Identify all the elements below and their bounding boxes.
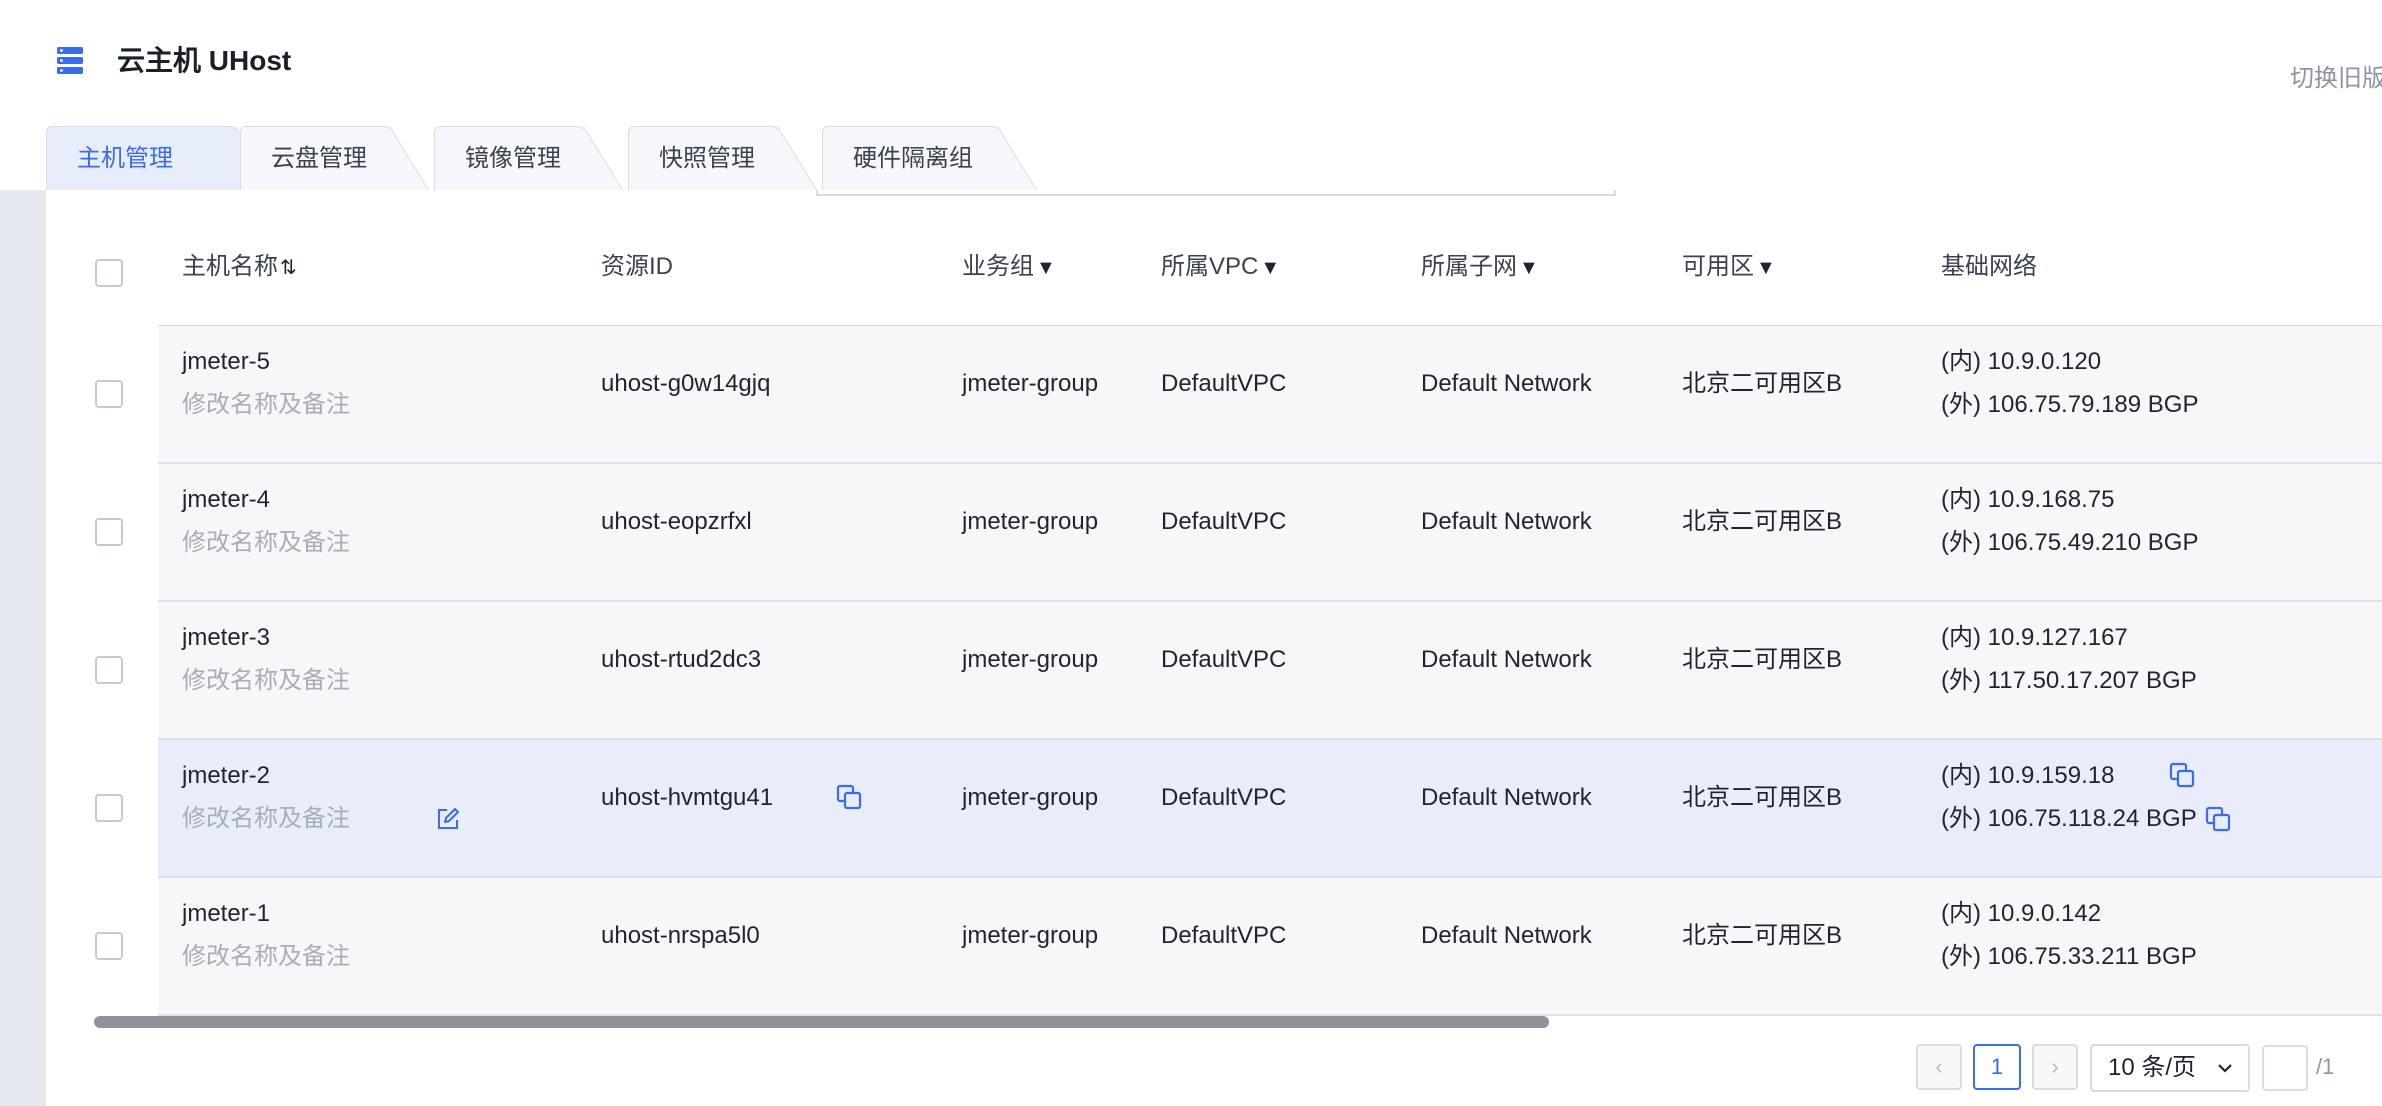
table-header: 主机名称 ⇅ 资源ID 业务组 ▼ 所属VPC ▼ 所属子网 ▼ 可用区 ▼ 基础网络 [46, 190, 2382, 326]
public-ip: (外) 106.75.79.189 BGP [1941, 391, 2199, 418]
resource-id[interactable]: uhost-g0w14gjq [601, 369, 770, 399]
zone: 北京二可用区B [1682, 784, 1843, 811]
host-name[interactable]: jmeter-1 [182, 899, 270, 929]
business-group: jmeter-group [962, 370, 1099, 397]
row-checkbox[interactable] [95, 380, 123, 408]
tab-host-management[interactable]: 主机管理 [46, 126, 275, 191]
tab-isolation-group[interactable]: 硬件隔离组 [822, 126, 1037, 191]
filter-icon[interactable]: ▼ [1519, 257, 1539, 279]
zone: 北京二可用区B [1682, 646, 1843, 673]
copy-icon[interactable] [2204, 805, 2232, 833]
tab-divider [816, 190, 1616, 196]
vpc[interactable]: DefaultVPC [1161, 507, 1286, 537]
table-row[interactable]: jmeter-2 修改名称及备注 uhost-hvmtgu41 jmeter-g… [158, 740, 2382, 878]
vpc[interactable]: DefaultVPC [1161, 369, 1286, 399]
page-1-button[interactable]: 1 [1973, 1044, 2021, 1090]
page-total: /1 [2316, 1054, 2335, 1079]
vpc[interactable]: DefaultVPC [1161, 921, 1286, 951]
table-row[interactable]: jmeter-3 修改名称及备注 uhost-rtud2dc3 jmeter-g… [158, 602, 2382, 740]
resource-id[interactable]: uhost-eopzrfxl [601, 507, 752, 537]
column-header-resource-id: 资源ID [601, 253, 673, 280]
subnet[interactable]: Default Network [1421, 783, 1592, 813]
edit-note-link[interactable]: 修改名称及备注 [182, 666, 350, 696]
tab-image-management[interactable]: 镜像管理 [434, 126, 623, 191]
column-header-group[interactable]: 业务组 ▼ [962, 252, 1056, 283]
left-rail [0, 190, 46, 1106]
row-checkbox[interactable] [95, 932, 123, 960]
subnet[interactable]: Default Network [1421, 645, 1592, 675]
private-ip: (内) 10.9.168.75 [1941, 486, 2115, 513]
table-row[interactable]: jmeter-1 修改名称及备注 uhost-nrspa5l0 jmeter-g… [158, 878, 2382, 1016]
row-checkbox[interactable] [95, 656, 123, 684]
private-ip: (内) 10.9.0.120 [1941, 348, 2102, 375]
resource-id[interactable]: uhost-nrspa5l0 [601, 921, 760, 951]
row-checkbox[interactable] [95, 518, 123, 546]
zone: 北京二可用区B [1682, 370, 1843, 397]
public-ip: (外) 106.75.49.210 BGP [1941, 529, 2199, 556]
private-ip: (内) 10.9.127.167 [1941, 624, 2128, 651]
private-ip: (内) 10.9.0.142 [1941, 900, 2102, 927]
edit-note-link[interactable]: 修改名称及备注 [182, 804, 350, 834]
edit-icon[interactable] [434, 805, 462, 833]
edit-note-link[interactable]: 修改名称及备注 [182, 390, 350, 420]
host-name[interactable]: jmeter-2 [182, 761, 270, 791]
column-header-name[interactable]: 主机名称 ⇅ [182, 252, 297, 283]
page-jump-input[interactable] [2262, 1045, 2308, 1091]
subnet[interactable]: Default Network [1421, 921, 1592, 951]
private-ip: (内) 10.9.159.18 [1941, 762, 2115, 789]
tab-snapshot-management[interactable]: 快照管理 [628, 126, 817, 191]
select-all-checkbox[interactable] [95, 259, 123, 287]
copy-icon[interactable] [2168, 761, 2196, 789]
page-title: 云主机 UHost [117, 45, 292, 76]
column-header-vpc[interactable]: 所属VPC ▼ [1161, 252, 1280, 283]
subnet[interactable]: Default Network [1421, 369, 1592, 399]
edit-note-link[interactable]: 修改名称及备注 [182, 528, 350, 558]
column-header-subnet[interactable]: 所属子网 ▼ [1421, 252, 1539, 283]
host-name[interactable]: jmeter-4 [182, 485, 270, 515]
host-list-icon[interactable] [55, 44, 85, 76]
chevron-down-icon [2218, 1064, 2232, 1073]
zone: 北京二可用区B [1682, 922, 1843, 949]
vpc[interactable]: DefaultVPC [1161, 783, 1286, 813]
host-table-panel: 主机名称 ⇅ 资源ID 业务组 ▼ 所属VPC ▼ 所属子网 ▼ 可用区 ▼ 基础网络 j… [46, 190, 2382, 1106]
next-page-button[interactable]: › [2032, 1044, 2078, 1090]
horizontal-scrollbar[interactable] [94, 1016, 1549, 1028]
public-ip: (外) 106.75.118.24 BGP [1941, 805, 2197, 832]
subnet[interactable]: Default Network [1421, 507, 1592, 537]
tab-disk-management[interactable]: 云盘管理 [240, 126, 429, 191]
host-name[interactable]: jmeter-3 [182, 623, 270, 653]
resource-id[interactable]: uhost-hvmtgu41 [601, 783, 773, 813]
edit-note-link[interactable]: 修改名称及备注 [182, 942, 350, 972]
filter-icon[interactable]: ▼ [1756, 257, 1776, 279]
zone: 北京二可用区B [1682, 508, 1843, 535]
resource-id[interactable]: uhost-rtud2dc3 [601, 645, 761, 675]
business-group: jmeter-group [962, 508, 1099, 535]
sort-icon[interactable]: ⇅ [280, 257, 297, 279]
copy-icon[interactable] [835, 783, 863, 811]
public-ip: (外) 117.50.17.207 BGP [1941, 667, 2197, 694]
business-group: jmeter-group [962, 646, 1099, 673]
table-row[interactable]: jmeter-5 修改名称及备注 uhost-g0w14gjq jmeter-g… [158, 326, 2382, 464]
row-checkbox[interactable] [95, 794, 123, 822]
public-ip: (外) 106.75.33.211 BGP [1941, 943, 2197, 970]
business-group: jmeter-group [962, 922, 1099, 949]
filter-icon[interactable]: ▼ [1260, 257, 1280, 279]
page-size-select[interactable]: 10 条/页 [2090, 1044, 2250, 1092]
prev-page-button[interactable]: ‹ [1916, 1044, 1962, 1090]
column-header-network: 基础网络 [1941, 253, 2037, 280]
switch-old-version-link[interactable]: 切换旧版 [2290, 64, 2382, 94]
host-name[interactable]: jmeter-5 [182, 347, 270, 377]
table-row[interactable]: jmeter-4 修改名称及备注 uhost-eopzrfxl jmeter-g… [158, 464, 2382, 602]
vpc[interactable]: DefaultVPC [1161, 645, 1286, 675]
column-header-zone[interactable]: 可用区 ▼ [1682, 252, 1776, 283]
business-group: jmeter-group [962, 784, 1099, 811]
filter-icon[interactable]: ▼ [1036, 257, 1056, 279]
